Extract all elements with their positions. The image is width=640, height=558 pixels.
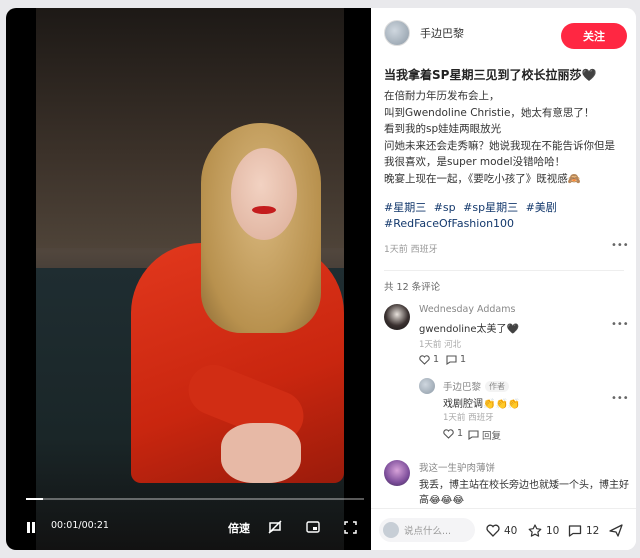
post-meta: 1天前 西班牙 [384,245,438,255]
video-player[interactable]: 00:01/00:21 倍速 [6,8,371,550]
heart-icon [486,524,500,537]
video-person-hand [221,423,301,483]
comment-icon [468,430,479,440]
post-title: 当我拿着SP星期三见到了校长拉丽莎🖤 [384,68,597,82]
comment-like-count: 1 [433,354,440,365]
author-name[interactable]: 手边巴黎 [420,25,464,41]
comment-more-icon[interactable]: ••• [611,319,629,330]
pip-button[interactable] [306,520,320,534]
post-card: 00:01/00:21 倍速 手边巴黎 关注 当我拿着SP星期三见到了校长拉丽莎… [6,8,636,550]
time-display: 00:01/00:21 [51,520,109,531]
star-icon [528,524,542,537]
user-avatar [383,522,399,538]
comment-like-button[interactable]: 1 [419,354,439,365]
follow-button[interactable]: 关注 [561,23,627,49]
reply-avatar[interactable] [419,378,435,394]
post-more-icon[interactable]: ••• [611,240,629,251]
comment-reply-count: 1 [460,354,467,365]
author-info[interactable]: 手边巴黎 [384,20,464,46]
video-person-face [231,148,297,240]
comment-text: 我丢，博主站在校长旁边也就矮一个头，博主好 [419,480,629,491]
player-controls: 00:01/00:21 倍速 [6,514,371,544]
heart-icon [419,354,430,365]
reply-label: 回复 [482,431,502,442]
heart-icon [443,428,454,439]
author-avatar[interactable] [384,20,410,46]
progress-fill [26,498,43,500]
post-body-line: 晚宴上现在一起，《要吃小孩了》既视感🙈 [384,172,581,185]
collect-count: 10 [546,524,560,537]
comment-button[interactable]: 12 [568,524,599,537]
collect-button[interactable]: 10 [528,524,559,537]
tag-link[interactable]: #sp星期三 [463,201,518,214]
post-body: 在倍耐力年历发布会上， 叫到Gwendoline Christie，她太有意思了… [384,88,632,187]
danmaku-button[interactable] [268,520,282,534]
tag-link[interactable]: #星期三 [384,201,426,214]
comment-author[interactable]: 我这一生驴肉薄饼 [419,460,495,474]
video-frame[interactable] [36,8,344,550]
pause-icon [24,520,38,534]
comment-text: 高😂😂😂 [419,495,465,506]
tag-link[interactable]: #美剧 [526,201,557,214]
share-icon [609,524,623,537]
comment-text: gwendoline太美了🖤 [419,324,519,335]
speed-button[interactable]: 倍速 [228,520,250,536]
reply-more-icon[interactable]: ••• [611,393,629,404]
like-count: 40 [504,524,518,537]
comment-icon [446,354,457,365]
comment-reply-button[interactable]: 1 [446,354,466,365]
interaction-bar: 说点什么... 40 10 12 [371,508,636,550]
comment-avatar[interactable] [384,460,410,486]
fullscreen-icon [343,520,357,534]
reply-text: 戏剧腔调👏👏👏 [443,399,521,410]
comment-input-placeholder: 说点什么... [404,526,452,537]
no-comments-icon [268,520,282,534]
picture-in-picture-icon [306,520,320,534]
video-person-lips [252,206,276,214]
post-body-line: 问她未来还会走秀嘛？她说我现在不能告诉你但是 [384,139,615,152]
comment-author[interactable]: Wednesday Addams [419,304,515,315]
post-body-line: 在倍耐力年历发布会上， [384,90,500,102]
post-body-line: 我很喜欢，是super model没错哈哈！ [384,156,566,168]
comment-count: 共 12 条评论 [384,282,441,293]
reply-meta: 1天前 西班牙 [443,413,494,423]
reply-author-row: 手边巴黎 作者 [443,379,510,393]
comment-total: 12 [586,524,600,537]
post-body-line: 叫到Gwendoline Christie，她太有意思了！ [384,106,595,119]
author-badge: 作者 [485,380,510,392]
comment-icon [568,525,582,537]
share-button[interactable] [609,524,627,537]
post-body-line: 看到我的sp娃娃两眼放光 [384,123,502,135]
reply-like-count: 1 [457,428,464,439]
comment-meta: 1天前 河北 [419,340,462,350]
reply-reply-button[interactable]: 回复 [468,428,501,442]
pause-button[interactable] [24,520,38,534]
comment-avatar[interactable] [384,304,410,330]
post-detail-panel: 手边巴黎 关注 当我拿着SP星期三见到了校长拉丽莎🖤 在倍耐力年历发布会上， 叫… [371,8,636,550]
reply-author[interactable]: 手边巴黎 [443,379,481,393]
divider [384,270,624,271]
like-button[interactable]: 40 [486,524,517,537]
comment-input[interactable]: 说点什么... [379,518,475,542]
progress-bar[interactable] [26,498,364,500]
fullscreen-button[interactable] [343,520,357,534]
tag-link[interactable]: #RedFaceOfFashion100 [384,217,514,230]
tag-link[interactable]: #sp [434,201,456,214]
post-tags: #星期三 #sp #sp星期三 #美剧 #RedFaceOfFashion100 [384,200,629,232]
reply-like-button[interactable]: 1 [443,428,463,439]
